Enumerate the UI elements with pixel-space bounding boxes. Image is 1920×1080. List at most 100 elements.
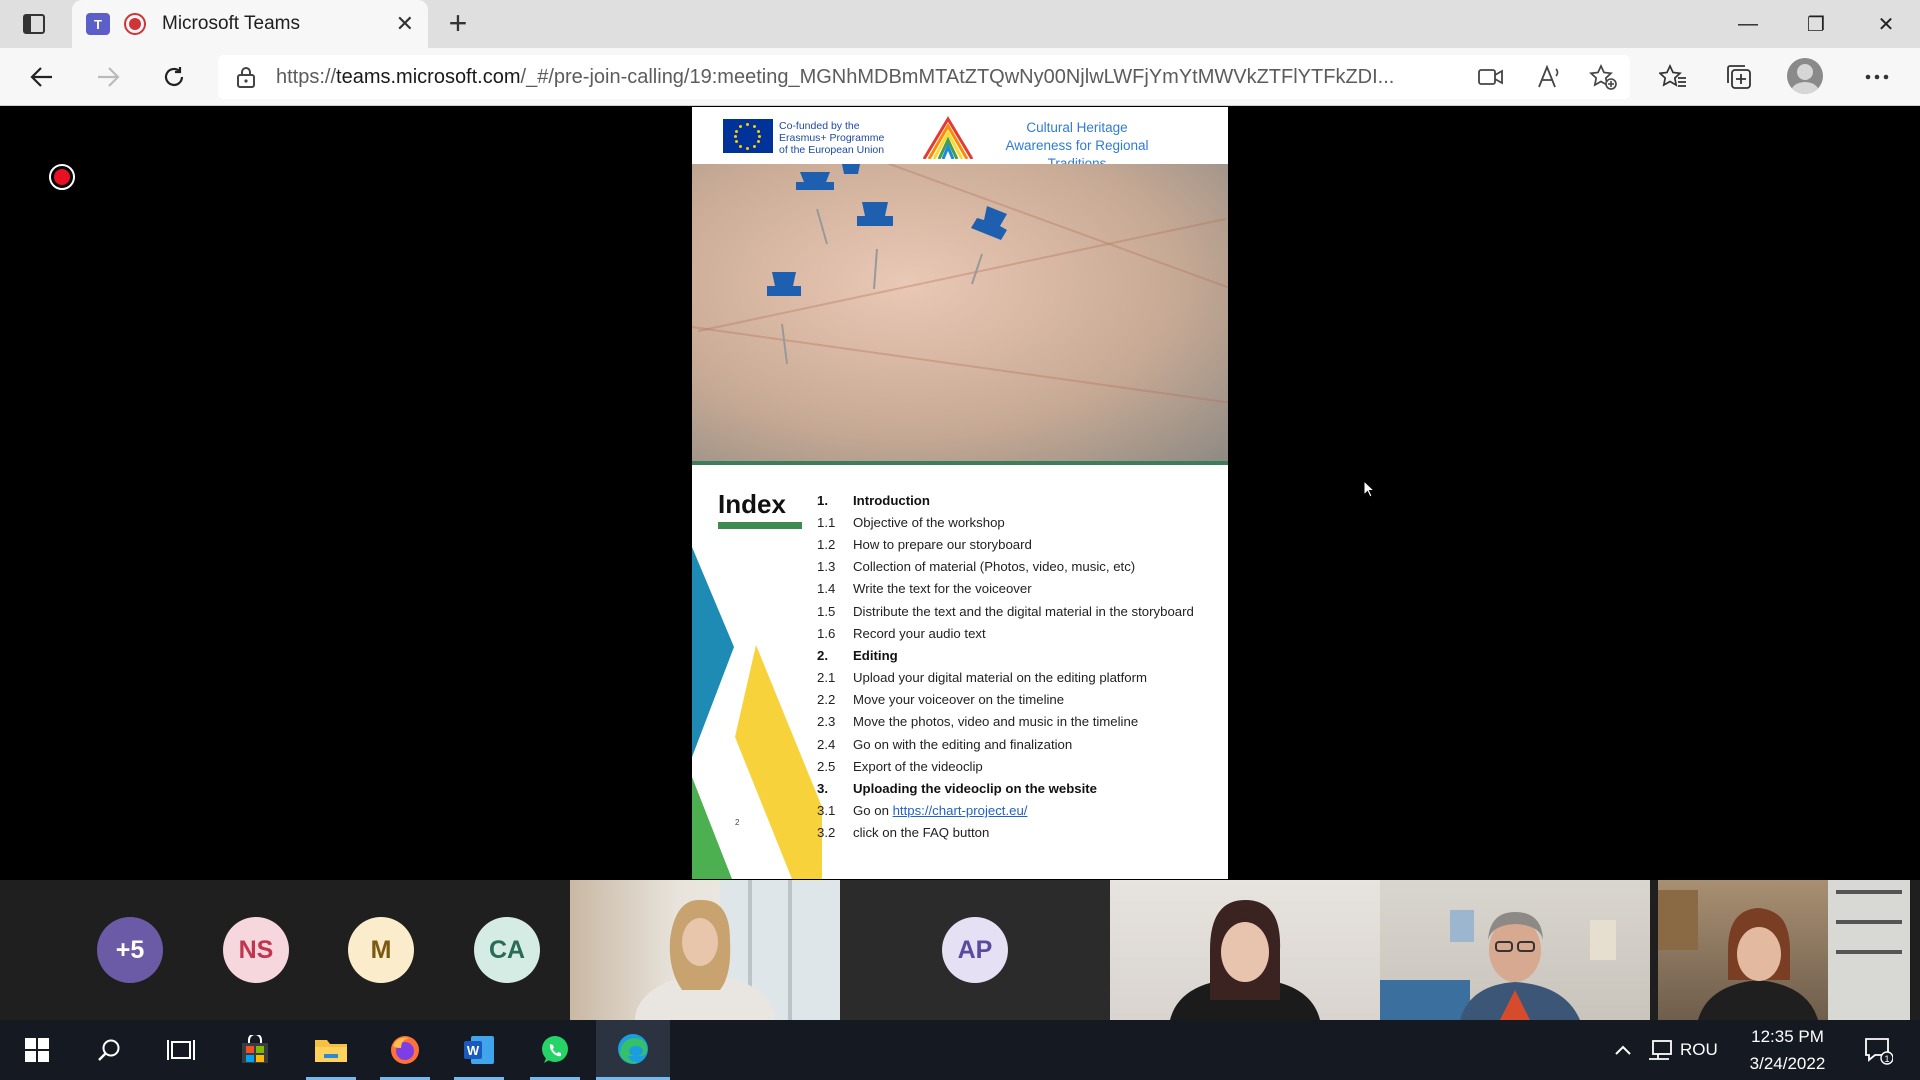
participant-video-3[interactable] [1380, 880, 1650, 1020]
index-section-heading: 3. Uploading the videoclip on the website [817, 777, 1222, 799]
index-entry-number: 1.3 [817, 559, 836, 575]
more-options-icon[interactable] [1856, 56, 1898, 98]
participant-tile-ap[interactable]: AP [840, 880, 1110, 1020]
participant-avatar-ca[interactable]: CA [474, 917, 540, 983]
project-website-link[interactable]: https://chart-project.eu/ [893, 803, 1028, 818]
index-entry-number: 3. [817, 781, 828, 797]
eu-flag-logo [723, 119, 773, 153]
mouse-cursor-icon [1363, 480, 1375, 498]
system-clock[interactable]: 12:35 PM 3/24/2022 [1730, 1020, 1845, 1080]
add-favorite-icon[interactable] [1582, 56, 1624, 98]
index-entry-text: Move the photos, video and music in the … [853, 714, 1139, 730]
index-entry-number: 1.1 [817, 514, 836, 530]
index-entry-number: 1. [817, 492, 828, 508]
decorative-chevrons [692, 547, 822, 879]
participant-gallery: +5 NS M CA AP [0, 880, 1920, 1020]
participant-avatar-ns[interactable]: NS [223, 917, 289, 983]
minimize-button[interactable]: — [1714, 0, 1782, 48]
firefox-icon[interactable] [368, 1020, 442, 1080]
index-entry-text: Go on https://chart-project.eu/ [853, 803, 1028, 819]
index-entry-number: 1.4 [817, 581, 836, 597]
index-entry-number: 1.5 [817, 603, 836, 619]
index-entry-text: Export of the videoclip [853, 758, 983, 774]
favorites-icon[interactable] [1652, 56, 1694, 98]
address-bar[interactable]: https://teams.microsoft.com/_#/pre-join-… [218, 55, 1630, 99]
input-language-indicator[interactable]: ROU [1680, 1020, 1718, 1080]
forward-button[interactable] [86, 56, 130, 98]
index-entry: 3.1 Go on https://chart-project.eu/ [817, 800, 1222, 822]
browser-tab-strip: T Microsoft Teams ✕ + — ❐ ✕ [0, 0, 1920, 48]
shared-screen-document: Co-funded by the Erasmus+ Programme of t… [692, 107, 1228, 879]
index-entry-text: Upload your digital material on the edit… [853, 670, 1147, 686]
start-button-icon[interactable] [0, 1020, 74, 1080]
camera-permission-icon[interactable] [1470, 56, 1512, 98]
index-entry-text: Write the text for the voiceover [853, 581, 1032, 597]
index-entry-text: Distribute the text and the digital mate… [853, 603, 1194, 619]
index-entry-number: 3.1 [817, 803, 836, 819]
index-section-heading: 2. Editing [817, 644, 1222, 666]
index-entry: 2.5 Export of the videoclip [817, 755, 1222, 777]
windows-taskbar: W ROU 12:35 PM 3/24/2022 1 [0, 1020, 1920, 1080]
microsoft-store-icon[interactable] [218, 1020, 292, 1080]
whatsapp-icon[interactable] [518, 1020, 592, 1080]
clock-time: 12:35 PM [1751, 1027, 1824, 1046]
index-entry-number: 3.2 [817, 825, 836, 841]
collections-icon[interactable] [1718, 56, 1760, 98]
index-entry-number: 2. [817, 647, 828, 663]
index-entry-text: Move your voiceover on the timeline [853, 692, 1065, 708]
teams-logo-icon: T [86, 13, 110, 35]
participant-video-1[interactable] [570, 880, 840, 1020]
url-text[interactable]: https://teams.microsoft.com/_#/pre-join-… [276, 66, 1446, 89]
index-underline [718, 522, 802, 529]
profile-avatar-icon[interactable] [1787, 58, 1823, 94]
search-icon[interactable] [72, 1020, 146, 1080]
index-entry-text: click on the FAQ button [853, 825, 990, 841]
recording-tab-icon [124, 13, 146, 35]
browser-tab-teams[interactable]: T Microsoft Teams ✕ [72, 0, 428, 48]
index-entry: 1.3 Collection of material (Photos, video… [817, 556, 1222, 578]
index-heading: Index [718, 489, 786, 519]
lock-icon[interactable] [236, 66, 256, 88]
microsoft-edge-icon[interactable] [596, 1020, 670, 1080]
index-entry-text: Introduction [853, 492, 930, 508]
clock-date: 3/24/2022 [1749, 1054, 1826, 1073]
microsoft-word-icon[interactable]: W [442, 1020, 516, 1080]
index-entry: 1.1 Objective of the workshop [817, 511, 1222, 533]
index-entry-text: Collection of material (Photos, video, m… [853, 559, 1136, 575]
index-entry: 2.3 Move the photos, video and music in t… [817, 711, 1222, 733]
tab-actions-icon[interactable] [14, 10, 54, 38]
task-view-icon[interactable] [144, 1020, 218, 1080]
show-hidden-icons-chevron-icon[interactable] [1605, 1020, 1641, 1080]
browser-toolbar: https://teams.microsoft.com/_#/pre-join-… [0, 48, 1920, 106]
project-rainbow-logo [922, 116, 974, 159]
refresh-button[interactable] [152, 56, 196, 98]
index-entry-text: Editing [853, 647, 898, 663]
file-explorer-icon[interactable] [294, 1020, 368, 1080]
overflow-participants-avatar[interactable]: +5 [97, 917, 163, 983]
window-close-button[interactable]: ✕ [1852, 0, 1920, 48]
index-entry-number: 2.4 [817, 736, 836, 752]
tab-close-icon[interactable]: ✕ [396, 11, 414, 37]
svg-text:W: W [467, 1043, 480, 1058]
participant-video-4[interactable] [1658, 880, 1910, 1020]
index-entry: 1.2 How to prepare our storyboard [817, 533, 1222, 555]
read-aloud-icon[interactable] [1528, 56, 1570, 98]
index-entry: 2.1 Upload your digital material on the e… [817, 667, 1222, 689]
document-header: Co-funded by the Erasmus+ Programme of t… [692, 107, 1228, 171]
index-entry-number: 2.1 [817, 670, 836, 686]
notification-center-icon[interactable]: 1 [1848, 1020, 1908, 1080]
index-entry-text: Objective of the workshop [853, 514, 1005, 530]
page-number: 2 [735, 818, 740, 827]
network-icon[interactable] [1640, 1020, 1680, 1080]
participant-video-2[interactable] [1110, 880, 1380, 1020]
restore-button[interactable]: ❐ [1782, 0, 1850, 48]
tab-title: Microsoft Teams [162, 13, 300, 34]
index-entry-number: 2.5 [817, 758, 836, 774]
new-tab-button[interactable]: + [440, 6, 476, 42]
back-button[interactable] [20, 56, 64, 98]
participant-avatar-m[interactable]: M [348, 917, 414, 983]
notification-count: 1 [1884, 1054, 1889, 1064]
index-entry-text: Go on with the editing and finalization [853, 736, 1073, 752]
index-entry-text: How to prepare our storyboard [853, 536, 1032, 552]
index-entry-text: Record your audio text [853, 625, 986, 641]
